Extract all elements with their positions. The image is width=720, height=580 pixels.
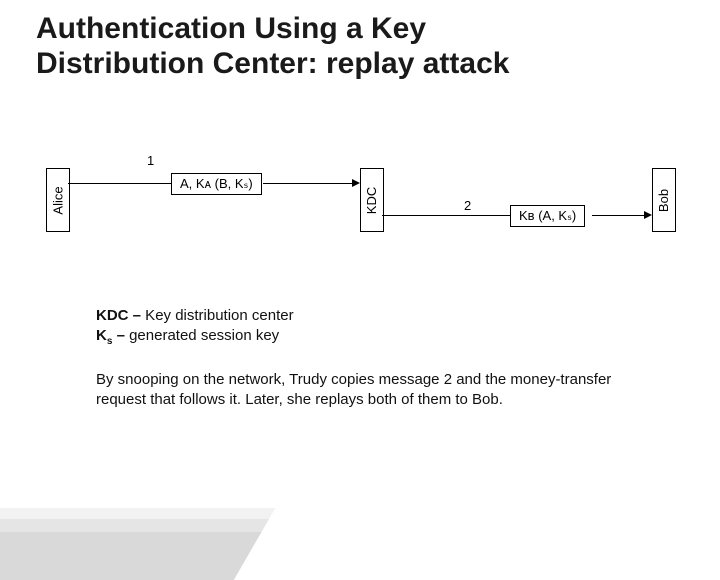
actor-kdc: KDC <box>360 168 384 232</box>
arrow-2-head <box>644 211 652 219</box>
explanation-paragraph: By snooping on the network, Trudy copies… <box>96 370 636 411</box>
arrow-1-head <box>352 179 360 187</box>
def-kdc: KDC – Key distribution center <box>96 306 294 326</box>
actor-kdc-label: KDC <box>365 186 380 213</box>
title-line-1: Authentication Using a Key <box>36 12 426 45</box>
definitions-block: KDC – Key distribution center Ks – gener… <box>96 306 294 349</box>
step-number-2: 2 <box>464 198 471 213</box>
actor-alice: Alice <box>46 168 70 232</box>
step-number-1: 1 <box>147 153 154 168</box>
def-ks-label: K <box>96 327 107 344</box>
def-ks-text: generated session key <box>125 327 279 344</box>
message-2-payload: Kʙ (A, Kₛ) <box>510 205 585 227</box>
protocol-diagram: Alice KDC Bob 1 A, Kᴀ (B, Kₛ) 2 Kʙ (A, K… <box>36 150 684 280</box>
page-title: Authentication Using a Key Distribution … <box>36 12 509 81</box>
def-ks: Ks – generated session key <box>96 326 294 349</box>
arrow-1-segment-b <box>263 183 352 184</box>
title-line-2: Distribution Center: replay attack <box>36 47 509 80</box>
actor-bob-label: Bob <box>657 188 672 211</box>
arrow-1-segment-a <box>68 183 171 184</box>
arrow-2-segment-b <box>592 215 644 216</box>
def-kdc-text: Key distribution center <box>141 307 294 324</box>
slide-decor-stripes <box>0 420 326 580</box>
actor-alice-label: Alice <box>51 186 66 214</box>
actor-bob: Bob <box>652 168 676 232</box>
def-kdc-label: KDC – <box>96 307 141 324</box>
def-ks-dash: – <box>112 327 125 344</box>
arrow-2-segment-a <box>382 215 510 216</box>
message-1-payload: A, Kᴀ (B, Kₛ) <box>171 173 262 195</box>
